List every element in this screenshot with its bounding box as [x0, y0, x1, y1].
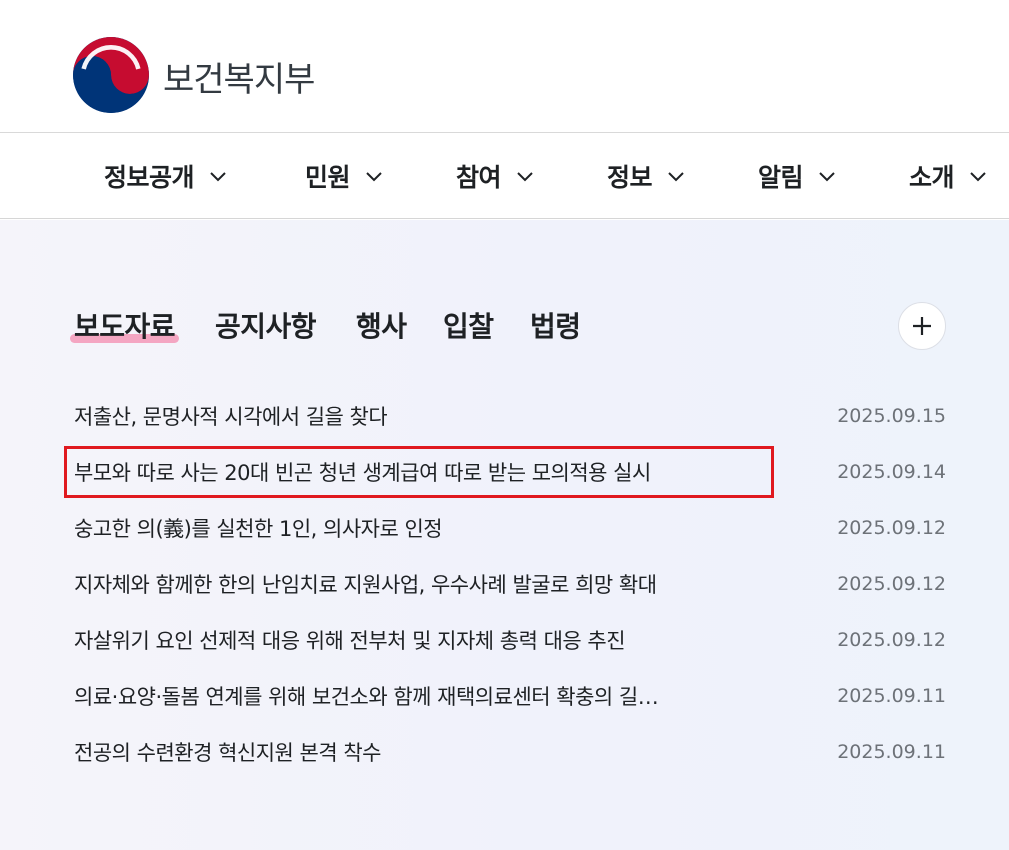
chevron-down-icon: [819, 172, 835, 182]
nav-item-participation[interactable]: 참여: [456, 158, 535, 194]
site-header: 보건복지부: [0, 0, 1009, 133]
news-title: 의료·요양·돌봄 연계를 위해 보건소와 함께 재택의료센터 확충의 길…: [74, 685, 659, 709]
tab-label: 행사: [356, 310, 407, 343]
news-item[interactable]: 숭고한 의(義)를 실천한 1인, 의사자로 인정 2025.09.12: [74, 508, 946, 548]
board-section: 보도자료 공지사항 행사 입찰 법령 저출산, 문명사적 시각에서 길을 찾다 …: [0, 220, 1009, 850]
tab-label: 법령: [530, 310, 581, 343]
news-title: 부모와 따로 사는 20대 빈곤 청년 생계급여 따로 받는 모의적용 실시: [74, 461, 651, 485]
news-date: 2025.09.15: [837, 405, 946, 427]
news-date: 2025.09.12: [837, 517, 946, 539]
nav-label: 소개: [909, 163, 955, 192]
chevron-down-icon: [366, 172, 382, 182]
news-item[interactable]: 의료·요양·돌봄 연계를 위해 보건소와 함께 재택의료센터 확충의 길… 20…: [74, 676, 946, 716]
tab-notice[interactable]: 공지사항: [215, 305, 317, 347]
nav-item-about[interactable]: 소개: [909, 158, 988, 194]
nav-item-info-disclosure[interactable]: 정보공개: [104, 158, 228, 194]
tab-label: 공지사항: [215, 310, 317, 343]
tab-law[interactable]: 법령: [530, 305, 581, 347]
news-item[interactable]: 전공의 수련환경 혁신지원 본격 착수 2025.09.11: [74, 732, 946, 772]
news-title: 자살위기 요인 선제적 대응 위해 전부처 및 지자체 총력 대응 추진: [74, 629, 626, 653]
chevron-down-icon: [970, 172, 986, 182]
news-item[interactable]: 자살위기 요인 선제적 대응 위해 전부처 및 지자체 총력 대응 추진 202…: [74, 620, 946, 660]
nav-label: 참여: [456, 163, 502, 192]
news-date: 2025.09.11: [837, 685, 946, 707]
nav-item-civil-petition[interactable]: 민원: [305, 158, 384, 194]
tab-label: 입찰: [443, 310, 494, 343]
nav-label: 정보공개: [104, 163, 195, 192]
more-button[interactable]: [898, 302, 946, 350]
tab-bid[interactable]: 입찰: [443, 305, 494, 347]
news-item[interactable]: 부모와 따로 사는 20대 빈곤 청년 생계급여 따로 받는 모의적용 실시 2…: [74, 452, 946, 492]
news-date: 2025.09.12: [837, 573, 946, 595]
news-title: 숭고한 의(義)를 실천한 1인, 의사자로 인정: [74, 517, 443, 541]
plus-icon: [913, 317, 931, 335]
tab-press-release[interactable]: 보도자료: [70, 305, 180, 347]
chevron-down-icon: [517, 172, 533, 182]
global-nav: 정보공개 민원 참여 정보 알림 소개: [0, 134, 1009, 219]
taegeuk-logo-icon[interactable]: [73, 37, 149, 113]
news-item[interactable]: 지자체와 함께한 한의 난임치료 지원사업, 우수사례 발굴로 희망 확대 20…: [74, 564, 946, 604]
news-item[interactable]: 저출산, 문명사적 시각에서 길을 찾다 2025.09.15: [74, 396, 946, 436]
chevron-down-icon: [210, 172, 226, 182]
tab-label: 보도자료: [74, 310, 176, 343]
brand-name[interactable]: 보건복지부: [163, 52, 315, 101]
news-date: 2025.09.12: [837, 629, 946, 651]
nav-item-news[interactable]: 알림: [758, 158, 837, 194]
news-title: 지자체와 함께한 한의 난임치료 지원사업, 우수사례 발굴로 희망 확대: [74, 573, 657, 597]
nav-label: 정보: [607, 163, 653, 192]
news-date: 2025.09.14: [837, 461, 946, 483]
chevron-down-icon: [668, 172, 684, 182]
nav-label: 알림: [758, 163, 804, 192]
tab-event[interactable]: 행사: [356, 305, 407, 347]
news-title: 전공의 수련환경 혁신지원 본격 착수: [74, 741, 381, 765]
nav-label: 민원: [305, 163, 351, 192]
news-title: 저출산, 문명사적 시각에서 길을 찾다: [74, 405, 388, 429]
nav-item-information[interactable]: 정보: [607, 158, 686, 194]
news-date: 2025.09.11: [837, 741, 946, 763]
